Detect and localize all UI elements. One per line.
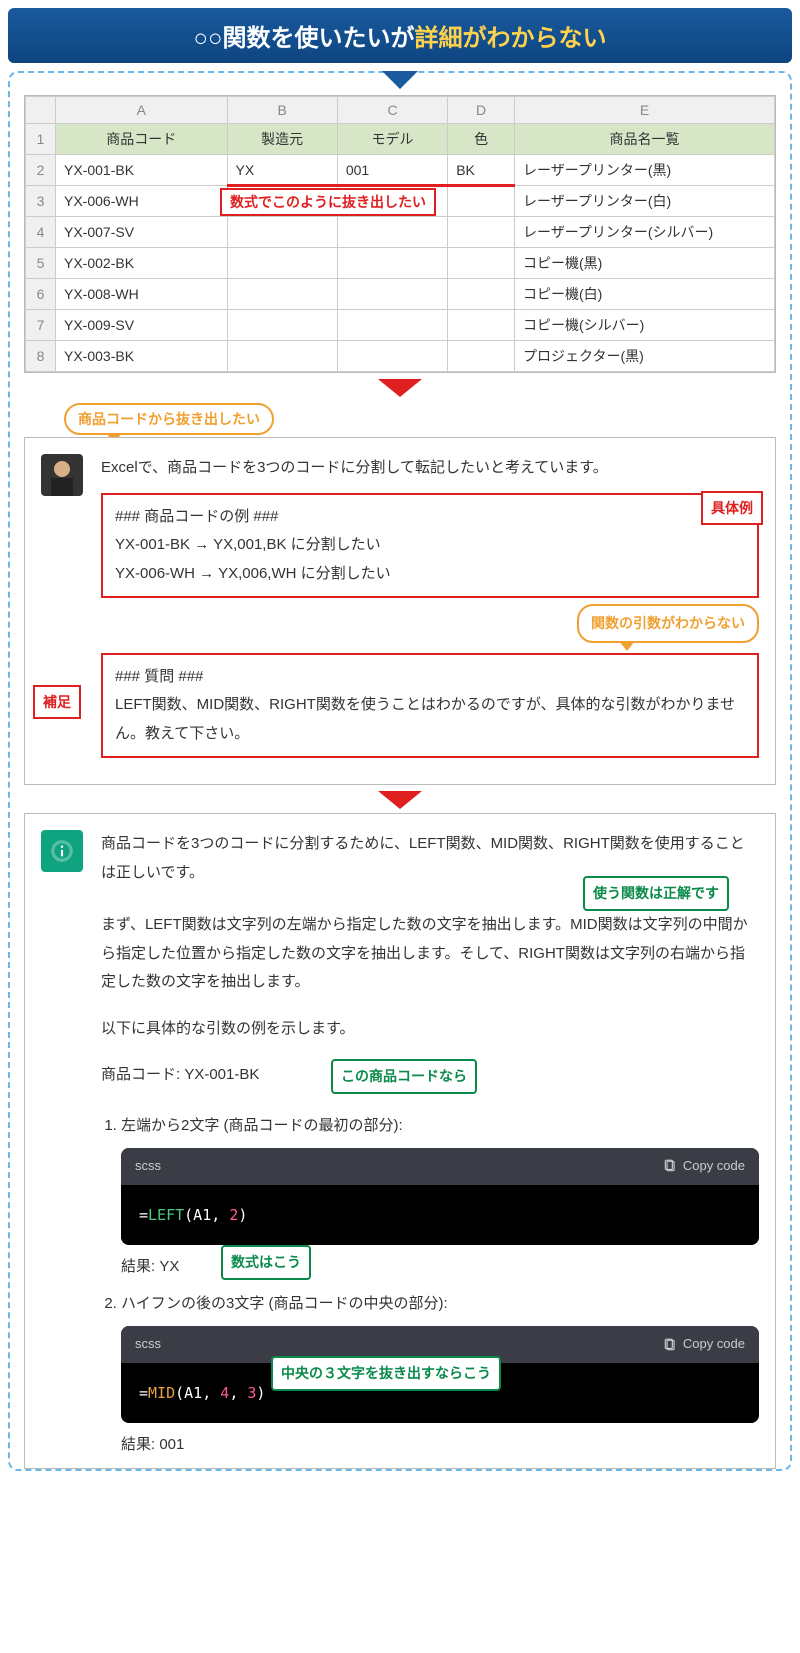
copy-code-button[interactable]: Copy code [663, 1332, 745, 1357]
gpt-p1: 商品コードを3つのコードに分割するために、LEFT関数、MID関数、RIGHT関… [101, 830, 759, 887]
gpt-avatar [41, 830, 83, 872]
arrow-down-icon [382, 71, 418, 89]
user-message: Excelで、商品コードを3つのコードに分割して転記したいと考えています。 ##… [24, 437, 776, 785]
table-header-row: 1 商品コード製造元 モデル色 商品名一覧 [26, 124, 775, 155]
clipboard-icon [663, 1338, 677, 1352]
col-header-row: A B C D E [26, 97, 775, 124]
table-row: 8YX-003-BKプロジェクター(黒) [26, 341, 775, 372]
assistant-message: 商品コードを3つのコードに分割するために、LEFT関数、MID関数、RIGHT関… [24, 813, 776, 1469]
step-2: ハイフンの後の3文字 (商品コードの中央の部分): scss Copy code… [121, 1290, 759, 1460]
mid-formula-tag: 中央の３文字を抜き出すならこう [271, 1356, 501, 1391]
this-code-tag: この商品コードなら [331, 1059, 477, 1094]
code-lang: scss [135, 1154, 161, 1179]
correct-functions-tag: 使う関数は正解です [583, 876, 729, 911]
code-lang: scss [135, 1332, 161, 1357]
user-intro: Excelで、商品コードを3つのコードに分割して転記したいと考えています。 [101, 454, 759, 483]
code-block-1: scss Copy code =LEFT(A1, 2) [121, 1148, 759, 1245]
clipboard-icon [663, 1159, 677, 1173]
copy-code-button[interactable]: Copy code [663, 1154, 745, 1179]
supplement-tag: 補足 [33, 685, 81, 720]
code-block-2: scss Copy code 中央の３文字を抜き出すならこう =MID(A1, … [121, 1326, 759, 1423]
step-1: 左端から2文字 (商品コードの最初の部分): scss Copy code =L… [121, 1112, 759, 1282]
result-2: 結果: 001 [121, 1431, 759, 1460]
table-row: 2 YX-001-BK YX 001 BK レーザープリンター(黒) [26, 155, 775, 186]
table-row: 7YX-009-SVコピー機(シルバー) [26, 310, 775, 341]
example-tag: 具体例 [701, 491, 763, 526]
gpt-p3: 以下に具体的な引数の例を示します。 [101, 1015, 759, 1044]
example-box: ### 商品コードの例 ### YX-001-BK → YX,001,BK に分… [101, 493, 759, 599]
formula-tag: 数式はこう [221, 1245, 311, 1280]
question-box: ### 質問 ### LEFT関数、MID関数、RIGHT関数を使うことはわかる… [101, 653, 759, 759]
gpt-p4: 商品コード: YX-001-BK この商品コードなら [101, 1061, 759, 1090]
user-avatar [41, 454, 83, 496]
result-1: 結果: YX [121, 1258, 179, 1275]
arrow-down-icon [378, 791, 422, 809]
user-goal-bubble: 商品コードから抜き出したい [64, 403, 274, 435]
table-row: 4YX-007-SVレーザープリンター(シルバー) [26, 217, 775, 248]
dont-know-args-bubble: 関数の引数がわからない [577, 604, 759, 643]
table-row: 5YX-002-BKコピー機(黒) [26, 248, 775, 279]
gpt-p2: まず、LEFT関数は文字列の左端から指定した数の文字を抽出します。MID関数は文… [101, 911, 759, 997]
table-row: 6YX-008-WHコピー機(白) [26, 279, 775, 310]
arrow-down-icon [378, 379, 422, 397]
main-container: A B C D E 1 商品コード製造元 モデル色 商品名一覧 2 YX-001… [8, 71, 792, 1471]
excel-table: A B C D E 1 商品コード製造元 モデル色 商品名一覧 2 YX-001… [24, 95, 776, 373]
extract-annotation: 数式でこのように抜き出したい [220, 188, 436, 216]
page-title: ○○関数を使いたいが詳細がわからない [8, 8, 792, 63]
